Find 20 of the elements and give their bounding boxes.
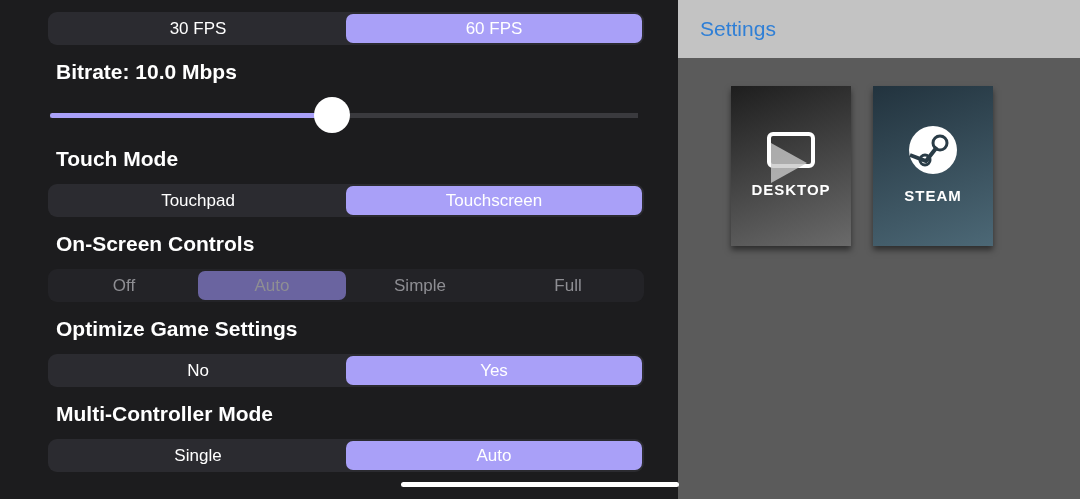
segment-option[interactable]: Single: [50, 441, 346, 470]
setting-label: Bitrate: 10.0 Mbps: [56, 59, 238, 85]
segment-option[interactable]: Touchpad: [50, 186, 346, 215]
segmented-control[interactable]: No Yes: [48, 354, 644, 387]
segmented-control[interactable]: 30 FPS 60 FPS: [48, 12, 644, 45]
app-label: DESKTOP: [751, 179, 831, 200]
app-tile[interactable]: DESKTOP: [731, 86, 851, 246]
steam-icon: [908, 124, 958, 175]
segment-option[interactable]: No: [50, 356, 346, 385]
app-tile[interactable]: STEAM: [873, 86, 993, 246]
play-icon: [769, 140, 809, 186]
setting-label: Multi-Controller Mode: [56, 401, 274, 427]
setting-label: On-Screen Controls: [56, 231, 256, 257]
segmented-control[interactable]: Touchpad Touchscreen: [48, 184, 644, 217]
app-label: STEAM: [904, 185, 962, 206]
setting-label: Touch Mode: [56, 146, 180, 172]
setting-label: Optimize Game Settings: [56, 316, 299, 342]
segment-option[interactable]: 30 FPS: [50, 14, 346, 43]
slider-thumb[interactable]: [314, 97, 351, 133]
segmented-control[interactable]: Single Auto: [48, 439, 644, 472]
